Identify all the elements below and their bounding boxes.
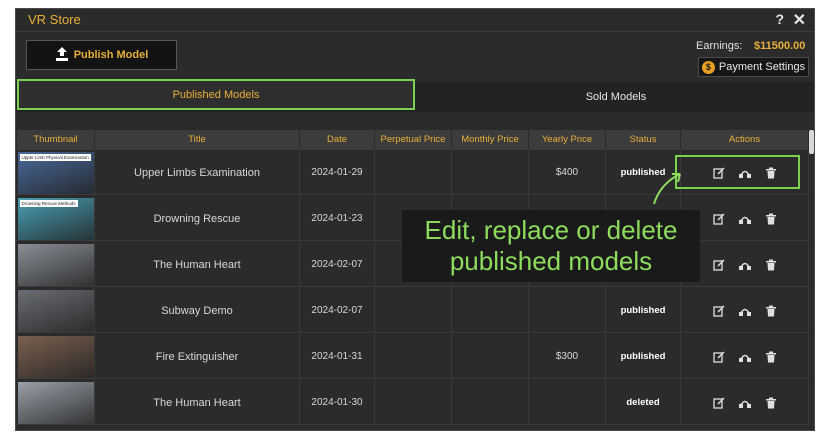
date-cell: 2024-01-30 <box>300 380 375 425</box>
thumbnail-caption: Drowning Rescue Methods <box>19 199 78 207</box>
earnings-value: $11500.00 <box>754 40 806 52</box>
header-perpetual-price[interactable]: Perpetual Price <box>375 130 452 150</box>
header-yearly-price[interactable]: Yearly Price <box>529 130 606 150</box>
coin-icon: $ <box>701 60 715 74</box>
trash-icon[interactable] <box>765 213 777 225</box>
model-thumbnail[interactable] <box>17 243 94 286</box>
monthly-price-cell <box>452 380 529 425</box>
date-cell: 2024-01-31 <box>300 334 375 379</box>
monthly-price-cell <box>452 334 529 379</box>
date-cell: 2024-02-07 <box>300 242 375 287</box>
thumbnail-cell: Drowning Rescue Methods <box>17 196 95 241</box>
trash-icon[interactable] <box>765 397 777 409</box>
actions-cell <box>681 334 809 379</box>
replace-icon[interactable] <box>738 351 751 363</box>
status-cell: published <box>606 334 681 379</box>
replace-icon[interactable] <box>738 305 751 317</box>
header-title[interactable]: Title <box>95 130 300 150</box>
edit-icon[interactable] <box>712 396 725 409</box>
replace-icon[interactable] <box>738 259 751 271</box>
scrollbar[interactable] <box>809 130 814 430</box>
header-actions: Actions <box>681 130 809 150</box>
header-monthly-price[interactable]: Monthly Price <box>452 130 529 150</box>
header-date[interactable]: Date <box>300 130 375 150</box>
publish-model-button[interactable]: Publish Model <box>26 40 177 70</box>
replace-icon[interactable] <box>738 213 751 225</box>
model-thumbnail[interactable] <box>17 289 94 332</box>
help-button[interactable]: ? <box>775 11 784 27</box>
annotation-arrow-icon <box>653 173 681 205</box>
thumbnail-cell <box>17 380 95 425</box>
model-thumbnail[interactable]: Drowning Rescue Methods <box>17 197 94 240</box>
thumbnail-cell: Upper Limb Physical Examination <box>17 150 95 195</box>
title-cell: Subway Demo <box>95 288 300 333</box>
yearly-price-cell <box>529 288 606 333</box>
payment-settings-button[interactable]: $ Payment Settings <box>698 57 809 77</box>
actions-cell <box>681 288 809 333</box>
close-button[interactable]: ✕ <box>793 10 806 30</box>
edit-icon[interactable] <box>712 350 725 363</box>
status-cell: published <box>606 288 681 333</box>
thumbnail-caption: Upper Limb Physical Examination <box>19 153 91 161</box>
yearly-price-cell: $400 <box>529 150 606 195</box>
replace-icon[interactable] <box>738 397 751 409</box>
title-cell: Fire Extinguisher <box>95 334 300 379</box>
table-header: Thumbnail Title Date Perpetual Price Mon… <box>17 130 809 150</box>
date-cell: 2024-01-29 <box>300 150 375 195</box>
scrollbar-thumb[interactable] <box>809 130 814 154</box>
publish-model-label: Publish Model <box>73 49 149 61</box>
title-bar: VR Store ? ✕ <box>16 9 814 32</box>
table-row[interactable]: Subway Demo 2024-02-07 published <box>17 288 809 333</box>
actions-cell <box>681 196 809 241</box>
monthly-price-cell <box>452 150 529 195</box>
thumbnail-cell <box>17 242 95 287</box>
header-thumbnail[interactable]: Thumbnail <box>17 130 95 150</box>
title-cell: The Human Heart <box>95 380 300 425</box>
upload-icon <box>55 46 69 65</box>
model-thumbnail[interactable] <box>17 335 94 378</box>
date-cell: 2024-01-23 <box>300 196 375 241</box>
perpetual-price-cell <box>375 288 452 333</box>
annotation-line-2: published models <box>449 246 653 276</box>
thumbnail-cell <box>17 334 95 379</box>
annotation-callout: Edit, replace or delete published models <box>402 210 700 282</box>
yearly-price-cell: $300 <box>529 334 606 379</box>
trash-icon[interactable] <box>765 305 777 317</box>
tab-published-models[interactable]: Published Models <box>17 79 415 110</box>
date-cell: 2024-02-07 <box>300 288 375 333</box>
payment-settings-label: Payment Settings <box>718 61 806 73</box>
edit-icon[interactable] <box>712 304 725 317</box>
window-title: VR Store <box>28 12 81 27</box>
tab-sold-models[interactable]: Sold Models <box>416 82 814 112</box>
model-thumbnail[interactable]: Upper Limb Physical Examination <box>17 151 94 194</box>
title-cell: Upper Limbs Examination <box>95 150 300 195</box>
perpetual-price-cell <box>375 380 452 425</box>
monthly-price-cell <box>452 288 529 333</box>
perpetual-price-cell <box>375 150 452 195</box>
title-cell: Drowning Rescue <box>95 196 300 241</box>
actions-highlight-box <box>675 155 800 189</box>
model-thumbnail[interactable] <box>17 381 94 424</box>
edit-icon[interactable] <box>712 258 725 271</box>
actions-cell <box>681 242 809 287</box>
earnings-label: Earnings: <box>696 40 743 52</box>
yearly-price-cell <box>529 380 606 425</box>
header-status[interactable]: Status <box>606 130 681 150</box>
trash-icon[interactable] <box>765 351 777 363</box>
annotation-line-1: Edit, replace or delete <box>424 215 678 245</box>
thumbnail-cell <box>17 288 95 333</box>
trash-icon[interactable] <box>765 259 777 271</box>
status-cell: deleted <box>606 380 681 425</box>
perpetual-price-cell <box>375 334 452 379</box>
title-cell: The Human Heart <box>95 242 300 287</box>
edit-icon[interactable] <box>712 212 725 225</box>
table-row[interactable]: Fire Extinguisher 2024-01-31 $300 published <box>17 334 809 379</box>
actions-cell <box>681 380 809 425</box>
table-row[interactable]: The Human Heart 2024-01-30 deleted <box>17 380 809 425</box>
